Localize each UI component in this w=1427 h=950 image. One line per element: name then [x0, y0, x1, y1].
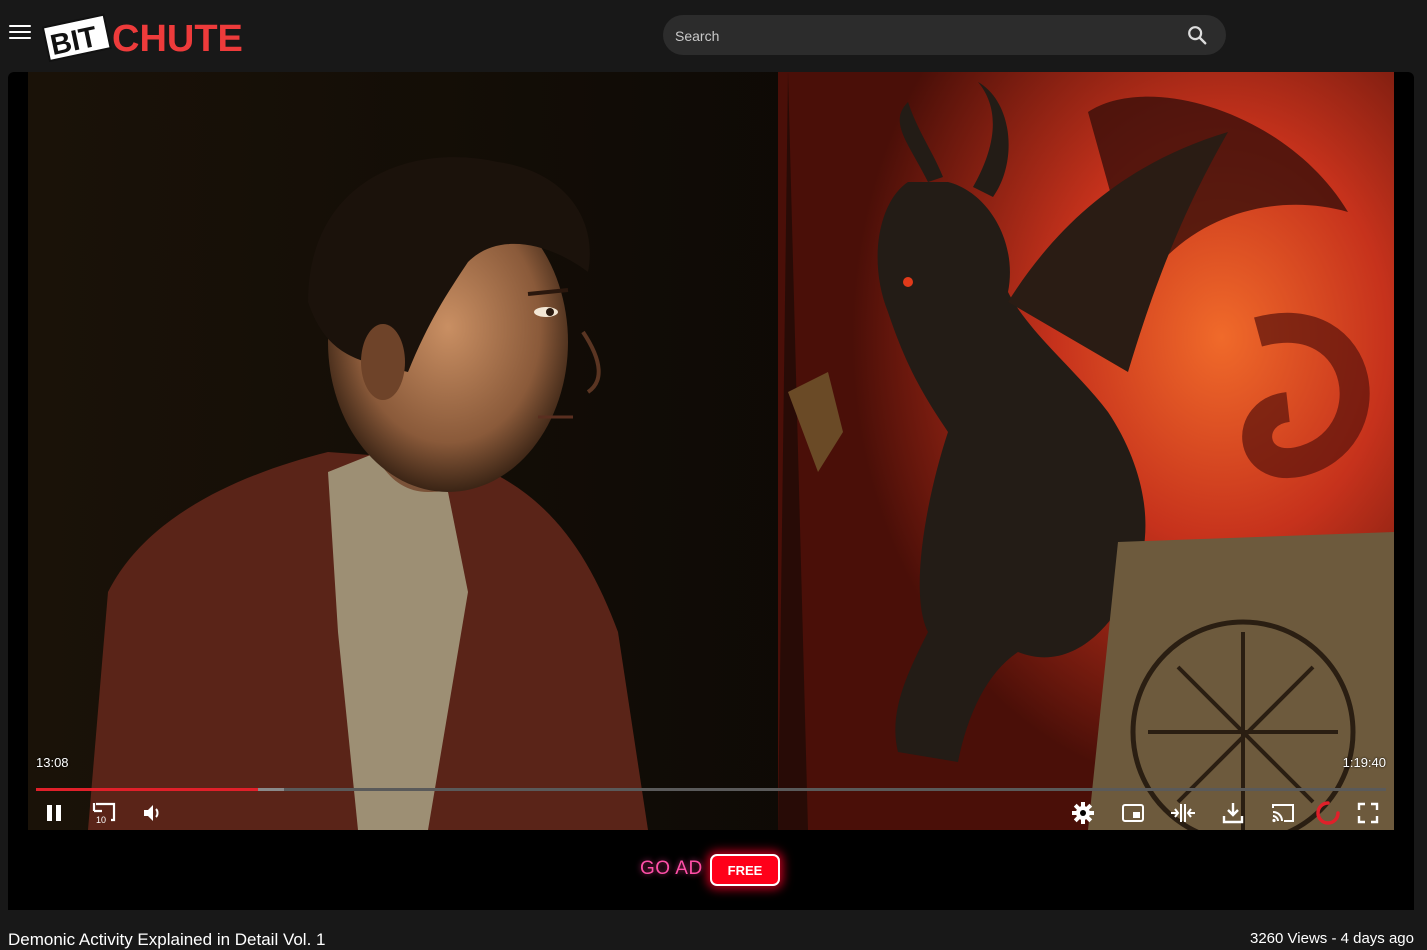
- loading-spinner-icon: [1316, 801, 1340, 825]
- loading-spinner: [1313, 798, 1343, 828]
- picture-in-picture-button[interactable]: [1118, 798, 1148, 828]
- rewind-10-label: 10: [96, 815, 106, 825]
- pause-icon: [47, 805, 61, 821]
- video-still-image: [28, 72, 1394, 830]
- ad-banner[interactable]: GO AD FREE: [8, 852, 1414, 892]
- video-duration: 1:19:40: [1342, 755, 1386, 770]
- fullscreen-icon: [1357, 802, 1379, 824]
- hamburger-menu-icon[interactable]: [9, 25, 31, 43]
- search-icon[interactable]: [1186, 24, 1208, 46]
- settings-button[interactable]: [1068, 798, 1098, 828]
- video-frame[interactable]: [28, 72, 1394, 830]
- video-title: Demonic Activity Explained in Detail Vol…: [8, 930, 326, 949]
- download-button[interactable]: [1218, 798, 1248, 828]
- logo-text-chute: CHUTE: [112, 18, 243, 60]
- bitchute-logo[interactable]: BIT CHUTE: [42, 12, 282, 62]
- video-player[interactable]: 13:08 1:19:40 10 GO AD FREE: [8, 72, 1414, 910]
- search-input[interactable]: [673, 15, 1167, 57]
- video-meta: 3260 Views - 4 days ago: [1250, 930, 1414, 947]
- theater-mode-button[interactable]: [1168, 798, 1198, 828]
- rewind-10-icon: 10: [92, 802, 116, 825]
- download-icon: [1222, 803, 1244, 824]
- picture-in-picture-icon: [1122, 804, 1144, 822]
- progress-bar[interactable]: [36, 788, 1386, 791]
- go-ad-text[interactable]: GO AD: [640, 858, 703, 880]
- settings-gear-icon: [1072, 802, 1094, 824]
- theater-mode-icon: [1171, 804, 1195, 822]
- top-bar: BIT CHUTE: [0, 0, 1427, 70]
- volume-icon: [144, 805, 159, 821]
- fullscreen-button[interactable]: [1353, 798, 1383, 828]
- free-button[interactable]: FREE: [710, 854, 780, 886]
- rewind-10-button[interactable]: 10: [89, 798, 119, 828]
- volume-button[interactable]: [137, 798, 167, 828]
- played-bar: [36, 788, 259, 791]
- cast-button[interactable]: [1268, 798, 1298, 828]
- cast-icon: [1272, 804, 1294, 823]
- current-time: 13:08: [36, 755, 69, 770]
- pause-button[interactable]: [39, 798, 69, 828]
- search-bar: [663, 15, 1226, 57]
